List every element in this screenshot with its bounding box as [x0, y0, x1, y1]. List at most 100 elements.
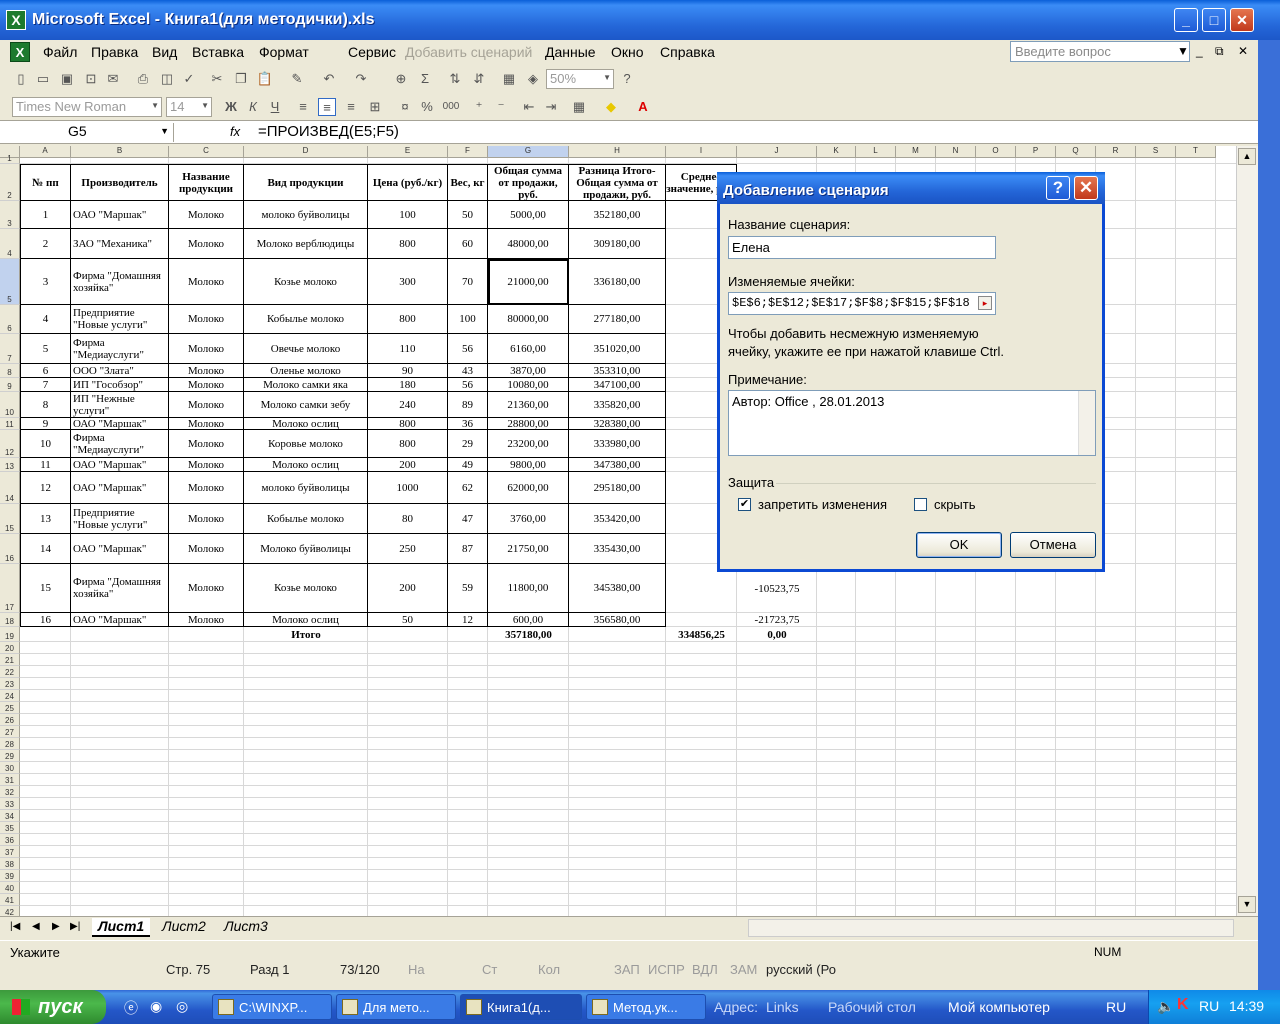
table-cell[interactable]: 9	[20, 418, 71, 430]
table-cell[interactable]: 4	[20, 305, 71, 334]
workbook-icon[interactable]: X	[10, 42, 30, 62]
table-cell[interactable]: 43	[448, 364, 488, 378]
table-cell[interactable]: 600,00	[488, 613, 569, 627]
tab-sheet1[interactable]: Лист1	[92, 918, 151, 937]
table-header-cell[interactable]: Производитель	[71, 164, 169, 201]
table-cell[interactable]: 48000,00	[488, 229, 569, 259]
table-cell[interactable]: 29	[448, 430, 488, 458]
table-cell[interactable]: 100	[448, 305, 488, 334]
table-cell[interactable]: Фирма "Домашняя хозяйка"	[71, 564, 169, 613]
language-indicator[interactable]: RU	[1106, 999, 1126, 1015]
close-button[interactable]: ✕	[1230, 8, 1254, 32]
row-header[interactable]: 10	[0, 392, 20, 418]
col-header-C[interactable]: C	[169, 146, 244, 158]
first-sheet-icon[interactable]: |◀	[10, 921, 20, 932]
font-select[interactable]: Times New Roman	[12, 97, 162, 117]
table-cell[interactable]: Молоко	[169, 305, 244, 334]
table-cell[interactable]: 23200,00	[488, 430, 569, 458]
table-cell[interactable]: Молоко верблюдицы	[244, 229, 368, 259]
new-icon[interactable]: ▯	[12, 70, 30, 88]
table-cell[interactable]: 9800,00	[488, 458, 569, 472]
row-header[interactable]: 39	[0, 870, 20, 882]
total-cell[interactable]: 357180,00	[488, 627, 569, 642]
col-header-J[interactable]: J	[737, 146, 817, 158]
menu-format[interactable]: Формат	[259, 44, 309, 60]
table-cell[interactable]: 7	[20, 378, 71, 392]
decrease-indent-icon[interactable]: ⇤	[520, 98, 538, 116]
table-cell[interactable]: 1000	[368, 472, 448, 504]
my-computer-toolbar[interactable]: Мой компьютер	[948, 999, 1050, 1015]
table-cell[interactable]: 21360,00	[488, 392, 569, 418]
table-cell[interactable]: 800	[368, 229, 448, 259]
row-header[interactable]: 37	[0, 846, 20, 858]
table-header-cell[interactable]: Общая сумма от продажи, руб.	[488, 164, 569, 201]
task-word-doc[interactable]: Метод.ук...	[586, 994, 706, 1020]
prevent-changes-checkbox[interactable]: ✔	[738, 498, 751, 511]
table-cell[interactable]: молоко буйволицы	[244, 201, 368, 229]
table-cell[interactable]: Фирма "Медиауслуги"	[71, 430, 169, 458]
row-header[interactable]: 38	[0, 858, 20, 870]
row-header[interactable]: 18	[0, 613, 20, 627]
thousands-icon[interactable]: 000	[442, 98, 460, 116]
table-cell[interactable]: 87	[448, 534, 488, 564]
paste-icon[interactable]: 📋	[256, 70, 274, 88]
total-cell[interactable]: 0,00	[737, 627, 817, 642]
collapse-dialog-icon[interactable]: ▸	[978, 296, 992, 310]
row-header[interactable]: 23	[0, 678, 20, 690]
borders-icon[interactable]: ▦	[570, 98, 588, 116]
doc-close-icon[interactable]: ✕	[1238, 44, 1248, 58]
row-header[interactable]: 21	[0, 654, 20, 666]
horizontal-scrollbar[interactable]	[748, 919, 1234, 937]
table-cell[interactable]: 100	[368, 201, 448, 229]
col-header-F[interactable]: F	[448, 146, 488, 158]
ask-dropdown-icon[interactable]: ▼	[1177, 44, 1189, 58]
table-cell[interactable]: Молоко	[169, 201, 244, 229]
row-header[interactable]: 6	[0, 305, 20, 334]
table-cell[interactable]: 295180,00	[569, 472, 666, 504]
col-header-K[interactable]: K	[817, 146, 856, 158]
table-cell[interactable]: Коровье молоко	[244, 430, 368, 458]
table-cell[interactable]: 16	[20, 613, 71, 627]
row-header[interactable]: 15	[0, 504, 20, 534]
table-cell[interactable]: Молоко	[169, 564, 244, 613]
table-cell[interactable]: 110	[368, 334, 448, 364]
row-header[interactable]: 40	[0, 882, 20, 894]
table-cell[interactable]: 347380,00	[569, 458, 666, 472]
table-cell[interactable]: 180	[368, 378, 448, 392]
table-cell[interactable]: Молоко	[169, 534, 244, 564]
col-header-H[interactable]: H	[569, 146, 666, 158]
table-cell[interactable]: 50	[448, 201, 488, 229]
align-right-icon[interactable]: ≡	[342, 98, 360, 116]
col-header-O[interactable]: O	[976, 146, 1016, 158]
col-header-A[interactable]: A	[20, 146, 71, 158]
row-header[interactable]: 4	[0, 229, 20, 259]
table-cell[interactable]: 56	[448, 334, 488, 364]
table-cell[interactable]: 300	[368, 259, 448, 305]
table-cell[interactable]: 336180,00	[569, 259, 666, 305]
table-cell[interactable]: Фирма "Домашняя хозяйка"	[71, 259, 169, 305]
total-cell[interactable]: Итого	[244, 627, 368, 642]
tab-sheet2[interactable]: Лист2	[156, 918, 212, 937]
table-cell[interactable]: 10	[20, 430, 71, 458]
table-cell[interactable]: Молоко ослиц	[244, 613, 368, 627]
italic-button[interactable]: К	[244, 98, 262, 116]
dialog-close-button[interactable]: ✕	[1074, 176, 1098, 200]
table-cell[interactable]: 80	[368, 504, 448, 534]
table-cell[interactable]: Молоко	[169, 229, 244, 259]
volume-icon[interactable]: 🔈	[1157, 998, 1174, 1015]
task-excel-book[interactable]: Книга1(д...	[460, 994, 582, 1020]
doc-restore-icon[interactable]: ⧉	[1215, 44, 1224, 59]
row-header[interactable]: 33	[0, 798, 20, 810]
table-cell[interactable]: 36	[448, 418, 488, 430]
ask-question-input[interactable]: Введите вопрос	[1010, 41, 1190, 62]
desktop-toolbar[interactable]: Рабочий стол	[828, 999, 916, 1015]
table-cell[interactable]: 8	[20, 392, 71, 418]
table-cell[interactable]: 49	[448, 458, 488, 472]
table-cell[interactable]: 62	[448, 472, 488, 504]
table-cell[interactable]: Оленье молоко	[244, 364, 368, 378]
zoom-select[interactable]: 50%	[546, 69, 614, 89]
table-cell[interactable]: ОАО "Маршак"	[71, 534, 169, 564]
redo-icon[interactable]: ↷	[352, 70, 370, 88]
drawing-icon[interactable]: ◈	[524, 70, 542, 88]
chart-wizard-icon[interactable]: ▦	[500, 70, 518, 88]
